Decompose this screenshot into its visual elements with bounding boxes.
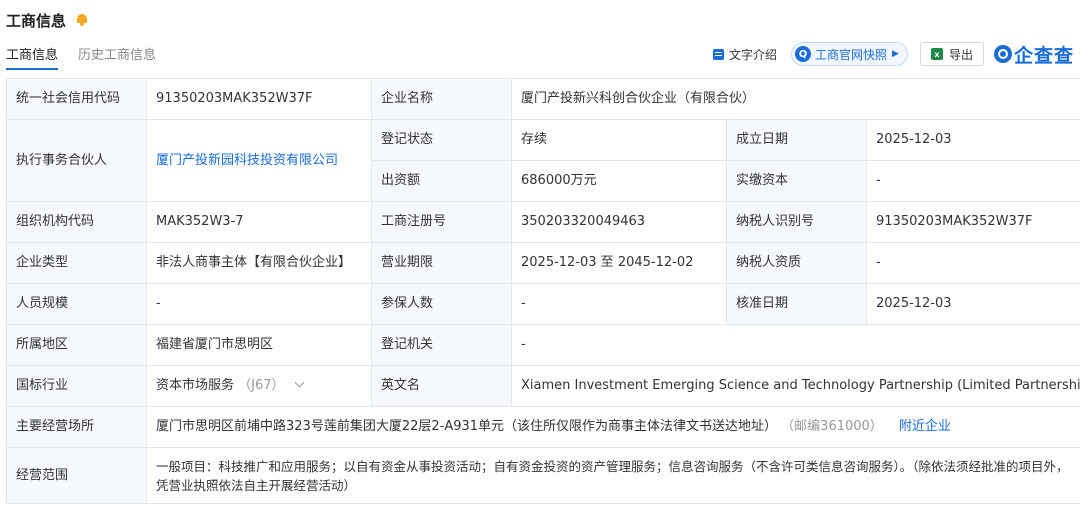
qichacha-logo-icon bbox=[993, 45, 1012, 63]
document-icon bbox=[713, 48, 725, 60]
snapshot-icon: Q bbox=[795, 46, 812, 62]
field-label: 人员规模 bbox=[6, 283, 147, 325]
table-row: 所属地区 福建省厦门市思明区 登记机关 - bbox=[6, 324, 1080, 366]
table-row: 执行事务合伙人 厦门产投新园科技投资有限公司 登记状态 存续 成立日期 2025… bbox=[6, 119, 1080, 202]
field-label: 英文名 bbox=[371, 365, 512, 407]
field-label: 登记状态 bbox=[371, 119, 512, 161]
export-button[interactable]: x 导出 bbox=[919, 42, 984, 66]
address-cell: 厦门市思明区前埔中路323号莲前集团大厦22层2-A931单元（该住所仅限作为商… bbox=[145, 406, 1080, 448]
taxpayer-qual-value: - bbox=[865, 242, 1080, 284]
region-value: 福建省厦门市思明区 bbox=[146, 324, 372, 366]
table-row: 经营范围 一般项目：科技推广和应用服务；以自有资金从事投资活动；自有资金投资的资… bbox=[6, 447, 1080, 504]
company-name-value: 厦门产投新兴科创合伙企业（有限合伙） bbox=[510, 78, 1080, 120]
field-label: 所属地区 bbox=[6, 324, 147, 366]
reg-authority-value: - bbox=[510, 324, 1080, 366]
field-label: 成立日期 bbox=[726, 119, 867, 161]
field-label: 企业类型 bbox=[6, 242, 147, 284]
business-scope-value: 一般项目：科技推广和应用服务；以自有资金从事投资活动；自有资金投资的资产管理服务… bbox=[145, 447, 1080, 504]
industry-value: 资本市场服务 bbox=[156, 378, 235, 393]
field-label: 登记机关 bbox=[371, 324, 512, 366]
table-row: 人员规模 - 参保人数 - 核准日期 2025-12-03 bbox=[6, 283, 1080, 325]
table-row: 统一社会信用代码 91350203MAK352W37F 企业名称 厦门产投新兴科… bbox=[6, 78, 1080, 120]
table-row: 国标行业 资本市场服务 （J67） 英文名 Xiamen Investment … bbox=[6, 365, 1080, 407]
insured-value: - bbox=[511, 283, 727, 325]
toolbar: 文字介绍 Q 工商官网快照 ▶ x 导出 企查查 bbox=[713, 40, 1074, 68]
field-label: 核准日期 bbox=[726, 283, 867, 325]
tab-bar: 工商信息 历史工商信息 bbox=[6, 44, 176, 70]
field-label: 统一社会信用代码 bbox=[6, 78, 147, 120]
play-triangle-icon: ▶ bbox=[892, 49, 899, 59]
official-snapshot-label: 工商官网快照 bbox=[815, 47, 888, 62]
export-label: 导出 bbox=[948, 47, 973, 62]
reg-no-value: 350203320049463 bbox=[511, 201, 727, 243]
founded-value: 2025-12-03 bbox=[865, 119, 1080, 161]
table-row: 主要经营场所 厦门市思明区前埔中路323号莲前集团大厦22层2-A931单元（该… bbox=[6, 406, 1080, 448]
partner-cell: 厦门产投新园科技投资有限公司 bbox=[146, 119, 372, 202]
field-label: 国标行业 bbox=[6, 365, 147, 407]
page-title: 工商信息 bbox=[6, 11, 67, 30]
field-label: 主要经营场所 bbox=[6, 406, 147, 448]
reg-status-value: 存续 bbox=[511, 119, 727, 161]
postcode: （邮编361000） bbox=[781, 419, 883, 434]
chevron-down-icon[interactable] bbox=[294, 377, 305, 388]
industry-code: （J67） bbox=[238, 378, 285, 393]
logo-text: 企查查 bbox=[1013, 44, 1074, 67]
field-label: 实缴资本 bbox=[726, 160, 867, 202]
nearby-companies-link[interactable]: 附近企业 bbox=[899, 419, 951, 434]
field-label: 出资额 bbox=[371, 160, 512, 202]
table-row: 企业类型 非法人商事主体【有限合伙企业】 营业期限 2025-12-03 至 2… bbox=[6, 242, 1080, 284]
field-label: 执行事务合伙人 bbox=[6, 119, 147, 202]
field-label: 纳税人资质 bbox=[726, 242, 867, 284]
field-label: 组织机构代码 bbox=[6, 201, 147, 243]
paid-capital-value: - bbox=[865, 160, 1080, 202]
english-name-value: Xiamen Investment Emerging Science and T… bbox=[510, 365, 1080, 407]
tab-history-business-info[interactable]: 历史工商信息 bbox=[78, 44, 156, 68]
field-label: 工商注册号 bbox=[371, 201, 512, 243]
bell-icon[interactable] bbox=[76, 14, 88, 26]
field-label: 企业名称 bbox=[371, 78, 512, 120]
tab-business-info[interactable]: 工商信息 bbox=[6, 44, 59, 70]
table-row: 组织机构代码 MAK352W3-7 工商注册号 350203320049463 … bbox=[6, 201, 1080, 243]
qichacha-logo: 企查查 bbox=[993, 41, 1074, 68]
official-snapshot-button[interactable]: Q 工商官网快照 ▶ bbox=[791, 42, 908, 66]
address-value: 厦门市思明区前埔中路323号莲前集团大厦22层2-A931单元（该住所仅限作为商… bbox=[156, 419, 778, 434]
term-value: 2025-12-03 至 2045-12-02 bbox=[511, 242, 727, 284]
field-label: 经营范围 bbox=[6, 447, 147, 504]
section-header: 工商信息 bbox=[6, 9, 88, 31]
excel-icon: x bbox=[930, 48, 943, 60]
text-intro-button[interactable]: 文字介绍 bbox=[713, 46, 777, 63]
capital-value: 686000万元 bbox=[511, 160, 727, 202]
credit-code-value: 91350203MAK352W37F bbox=[146, 78, 372, 120]
partner-link[interactable]: 厦门产投新园科技投资有限公司 bbox=[156, 153, 338, 168]
business-info-table: 统一社会信用代码 91350203MAK352W37F 企业名称 厦门产投新兴科… bbox=[6, 78, 1080, 504]
org-code-value: MAK352W3-7 bbox=[146, 201, 372, 243]
approval-date-value: 2025-12-03 bbox=[865, 283, 1080, 325]
industry-cell[interactable]: 资本市场服务 （J67） bbox=[146, 365, 372, 407]
field-label: 纳税人识别号 bbox=[726, 201, 867, 243]
field-label: 营业期限 bbox=[371, 242, 512, 284]
staff-size-value: - bbox=[146, 283, 372, 325]
text-intro-label: 文字介绍 bbox=[729, 47, 778, 62]
field-label: 参保人数 bbox=[371, 283, 512, 325]
taxpayer-id-value: 91350203MAK352W37F bbox=[865, 201, 1080, 243]
company-type-value: 非法人商事主体【有限合伙企业】 bbox=[146, 242, 372, 284]
